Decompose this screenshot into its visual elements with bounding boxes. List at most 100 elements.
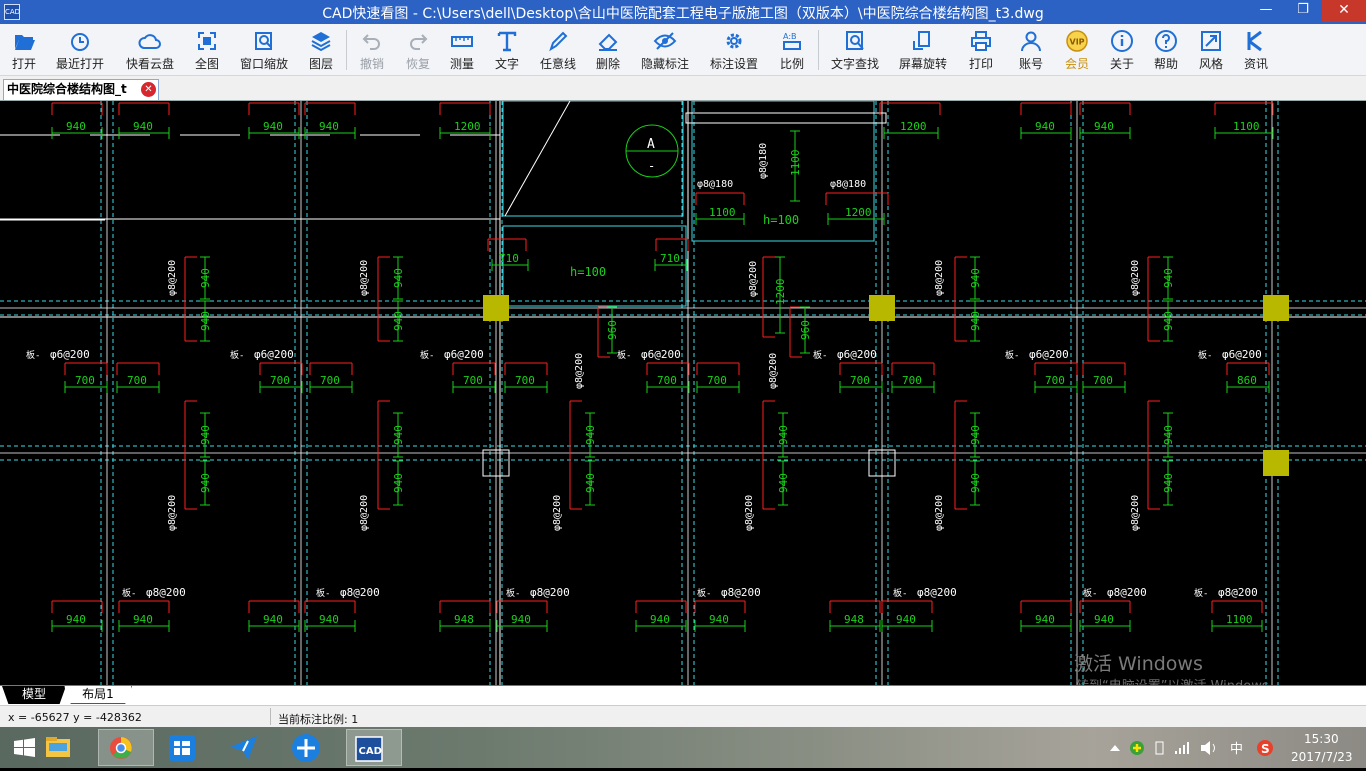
dimension-d700: 700 <box>515 374 535 387</box>
close-button[interactable]: ✕ <box>1322 0 1366 22</box>
toolbar-fullview-button[interactable]: 全图 <box>179 26 235 74</box>
title-bar[interactable]: CAD CAD快速看图 - C:\Users\dell\Desktop\含山中医… <box>0 0 1366 24</box>
clock-time[interactable]: 15:30 <box>1304 732 1339 746</box>
dimension-d948: 948 <box>844 613 864 626</box>
toolbar-cloud-button[interactable]: 快看云盘 <box>122 26 178 74</box>
toolbar-findtext-button[interactable]: 文字查找 <box>827 26 883 74</box>
rebar-label: φ8@180 <box>758 143 769 179</box>
rebar-label: φ8@200 <box>1107 586 1147 599</box>
cad-viewer-window: CAD CAD快速看图 - C:\Users\dell\Desktop\含山中医… <box>0 0 1366 768</box>
dimension-d1200: 1200 <box>454 120 481 133</box>
toolbar-hidemark-button[interactable]: 隐藏标注 <box>637 26 693 74</box>
slab-label: 板- <box>1083 587 1097 599</box>
dimension-d700: 700 <box>657 374 677 387</box>
signal-icon <box>1175 742 1189 754</box>
cloud-icon <box>122 29 178 53</box>
sogou-glyph: S <box>1261 742 1270 756</box>
rebar-label: φ6@200 <box>444 348 484 361</box>
slab-label: 板- <box>1194 587 1208 599</box>
rebar-label: φ8@200 <box>1130 260 1141 296</box>
rebar-label: φ6@200 <box>641 348 681 361</box>
column-yellow <box>1263 450 1289 476</box>
dimension-d940: 940 <box>319 120 339 133</box>
toolbar-marksettings-button[interactable]: 标注设置 <box>706 26 762 74</box>
stair-diagonal <box>504 101 571 217</box>
taskbar-app[interactable] <box>222 729 266 766</box>
ime-indicator: 中 <box>1230 742 1243 757</box>
dimension-d940: 940 <box>650 613 670 626</box>
folder-open-icon <box>0 29 52 53</box>
stair-box <box>502 101 684 217</box>
restore-button[interactable]: ❐ <box>1285 0 1321 22</box>
cursor-coordinates: x = -65627 y = -428362 <box>8 711 142 724</box>
dimension-d940: 940 <box>709 613 729 626</box>
taskbar-app[interactable] <box>98 729 154 766</box>
taskbar-app[interactable] <box>36 729 80 766</box>
rebar-label: φ8@200 <box>552 495 563 531</box>
slab-label: 板- <box>697 587 711 599</box>
dimension-d940: 940 <box>1162 425 1175 445</box>
rotate-screen-icon <box>895 29 951 53</box>
tab-model[interactable]: 模型 <box>2 686 66 704</box>
dimension-d860: 860 <box>1237 374 1257 387</box>
slab-label: 板- <box>813 349 827 361</box>
rebar-label: φ8@200 <box>744 495 755 531</box>
minimize-button[interactable]: — <box>1248 0 1284 22</box>
dimension-d940: 940 <box>199 311 212 331</box>
toolbar-news-label: 资讯 <box>1243 57 1268 71</box>
gear-icon <box>706 29 762 53</box>
railing-rect <box>685 112 887 124</box>
slab-label: 板- <box>230 349 244 361</box>
dimension-d700: 700 <box>850 374 870 387</box>
status-divider <box>270 708 271 725</box>
cad-drawing[interactable]: A - 940 940 940 940 1200 940 940 1100 1200 h=100 h=1… <box>0 101 1366 685</box>
toolbar-news-button[interactable]: 资讯 <box>1228 26 1284 74</box>
taskbar-app[interactable] <box>160 729 204 766</box>
toolbar-delete-button[interactable]: 删除 <box>580 26 636 74</box>
document-tab[interactable]: 中医院综合楼结构图_t ✕ <box>3 79 159 100</box>
rebar-label: φ8@200 <box>748 261 759 297</box>
dimension-d700: 700 <box>75 374 95 387</box>
toolbar-ratio-button[interactable]: A:B 比例 <box>764 26 820 74</box>
dimension-d948: 948 <box>454 613 474 626</box>
axis-bubble-label: A <box>647 137 655 152</box>
rebar-label: φ8@200 <box>917 586 957 599</box>
dimension-d1200: 1200 <box>774 279 787 306</box>
dimension-d940: 940 <box>199 425 212 445</box>
dimension-d700: 700 <box>270 374 290 387</box>
fullview-icon <box>179 29 235 53</box>
tab-layout1[interactable]: 布局1 <box>64 686 132 704</box>
dimension-d700: 700 <box>1045 374 1065 387</box>
dimension-d940: 940 <box>777 425 790 445</box>
dimension-d700: 700 <box>902 374 922 387</box>
dimension-d940: 940 <box>1162 268 1175 288</box>
dimension-d940: 940 <box>392 473 405 493</box>
eraser-icon <box>580 29 636 53</box>
dimension-d940: 940 <box>1162 311 1175 331</box>
dimension-d940: 940 <box>199 473 212 493</box>
rebar-label: φ8@200 <box>934 260 945 296</box>
close-tab-icon[interactable]: ✕ <box>141 82 156 97</box>
news-icon <box>1228 29 1284 53</box>
slab-label: 板- <box>316 587 330 599</box>
rebar-label: φ8@200 <box>1218 586 1258 599</box>
clock-date[interactable]: 2017/7/23 <box>1291 750 1353 764</box>
dimension-d940: 940 <box>1035 120 1055 133</box>
file-explorer-icon <box>46 737 70 757</box>
rebar-label: φ6@200 <box>50 348 90 361</box>
layers-icon <box>293 29 349 53</box>
volume-wave-icon <box>1212 743 1215 753</box>
toolbar-zoomwin-button[interactable]: 窗口缩放 <box>236 26 292 74</box>
toolbar-rotate-button[interactable]: 屏幕旋转 <box>895 26 951 74</box>
text-icon <box>479 29 535 53</box>
toolbar-separator <box>818 30 819 70</box>
slab-label: 板- <box>617 349 631 361</box>
dimension-d700: 700 <box>707 374 727 387</box>
zoom-window-icon <box>236 29 292 53</box>
drawing-canvas[interactable]: A - 940 940 940 940 1200 940 940 1100 1200 h=100 h=1… <box>0 101 1366 685</box>
toolbar-recent-button[interactable]: 最近打开 <box>52 26 108 74</box>
taskbar-app[interactable]: CAD <box>346 729 402 766</box>
taskbar-app[interactable] <box>284 729 328 766</box>
rebar-label: φ8@180 <box>830 179 866 190</box>
dimension-d940: 940 <box>584 473 597 493</box>
